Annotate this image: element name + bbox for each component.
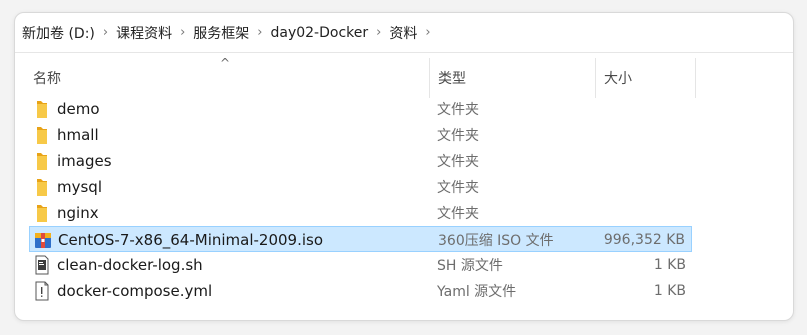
- chevron-right-icon[interactable]: ›: [103, 25, 108, 40]
- file-name: hmall: [57, 126, 99, 144]
- column-header-size[interactable]: 大小: [596, 58, 696, 98]
- file-type: 文件夹: [437, 102, 479, 118]
- file-row-images[interactable]: images 文件夹: [29, 148, 692, 174]
- file-type: 文件夹: [437, 128, 479, 144]
- chevron-right-icon[interactable]: ›: [425, 25, 430, 40]
- column-header-name[interactable]: 名称: [25, 58, 430, 98]
- chevron-right-icon[interactable]: ›: [257, 25, 262, 40]
- breadcrumb-item-drive[interactable]: 新加卷 (D:): [21, 23, 96, 43]
- file-type: SH 源文件: [437, 258, 503, 274]
- file-size: [576, 122, 686, 148]
- file-name: clean-docker-log.sh: [57, 256, 203, 274]
- archive-icon: [35, 233, 51, 248]
- file-name: demo: [57, 100, 100, 118]
- text-file-icon: [35, 281, 49, 301]
- file-explorer-window: 新加卷 (D:) › 课程资料 › 服务框架 › day02-Docker › …: [14, 12, 794, 321]
- breadcrumb-item-materials[interactable]: 资料: [388, 23, 418, 43]
- file-size: [576, 148, 686, 174]
- column-header-size-label: 大小: [604, 71, 632, 87]
- file-row-docker-compose[interactable]: docker-compose.yml Yaml 源文件 1 KB: [29, 278, 692, 304]
- file-row-demo[interactable]: demo 文件夹: [29, 96, 692, 122]
- folder-icon: [37, 205, 47, 222]
- file-size: [576, 96, 686, 122]
- file-size: 1 KB: [653, 283, 686, 299]
- file-name: CentOS-7-x86_64-Minimal-2009.iso: [58, 231, 324, 249]
- file-name: nginx: [57, 204, 99, 222]
- file-name: images: [57, 152, 112, 170]
- file-name: docker-compose.yml: [57, 282, 213, 300]
- file-row-hmall[interactable]: hmall 文件夹: [29, 122, 692, 148]
- folder-icon: [37, 101, 47, 118]
- file-size: [576, 174, 686, 200]
- file-size: [576, 200, 686, 226]
- file-row-clean-docker-log[interactable]: clean-docker-log.sh SH 源文件 1 KB: [29, 252, 692, 278]
- file-size: 996,352 KB: [603, 232, 685, 248]
- column-header-type[interactable]: 类型: [430, 58, 596, 98]
- file-size: 1 KB: [653, 257, 686, 273]
- file-type: 文件夹: [437, 180, 479, 196]
- breadcrumb-item-framework[interactable]: 服务框架: [192, 23, 250, 43]
- file-type: Yaml 源文件: [437, 284, 517, 300]
- chevron-right-icon[interactable]: ›: [180, 25, 185, 40]
- column-header-type-label: 类型: [438, 71, 466, 87]
- breadcrumb: 新加卷 (D:) › 课程资料 › 服务框架 › day02-Docker › …: [15, 13, 793, 53]
- breadcrumb-item-day02[interactable]: day02-Docker: [269, 25, 369, 41]
- chevron-right-icon[interactable]: ›: [376, 25, 381, 40]
- file-row-centos-iso[interactable]: CentOS-7-x86_64-Minimal-2009.iso 360压缩 I…: [29, 226, 692, 252]
- file-row-nginx[interactable]: nginx 文件夹: [29, 200, 692, 226]
- breadcrumb-item-course[interactable]: 课程资料: [115, 23, 173, 43]
- file-row-mysql[interactable]: mysql 文件夹: [29, 174, 692, 200]
- file-type: 360压缩 ISO 文件: [438, 233, 554, 249]
- file-type: 文件夹: [437, 154, 479, 170]
- script-file-icon: [35, 255, 49, 275]
- folder-icon: [37, 179, 47, 196]
- file-type: 文件夹: [437, 206, 479, 222]
- column-header-name-label: 名称: [33, 71, 61, 87]
- folder-icon: [37, 127, 47, 144]
- column-header: ^ 名称 类型 大小: [15, 56, 793, 98]
- folder-icon: [37, 153, 47, 170]
- file-name: mysql: [57, 178, 102, 196]
